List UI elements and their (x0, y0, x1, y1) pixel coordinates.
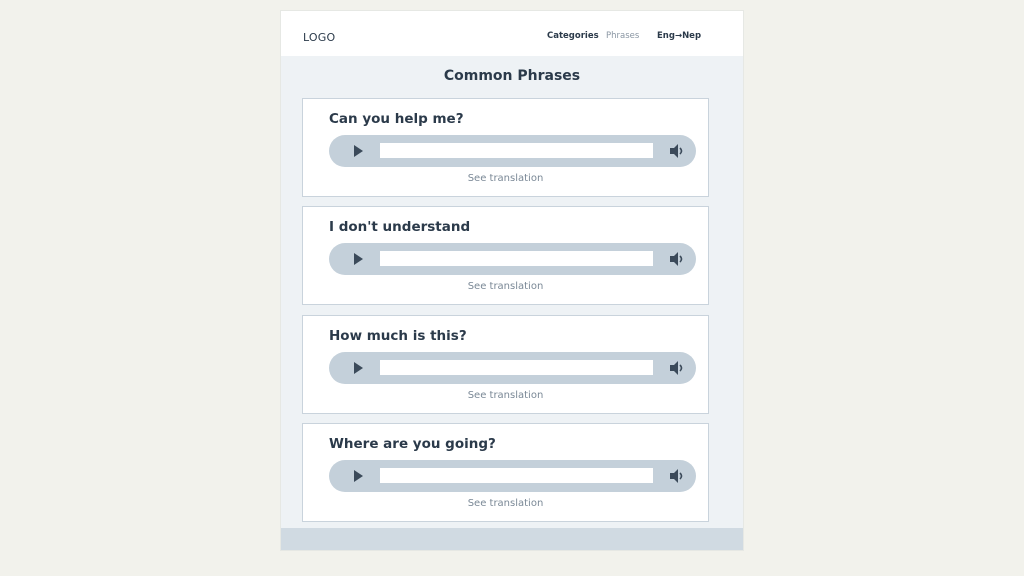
volume-icon[interactable] (668, 467, 686, 485)
phrase-text: Where are you going? (329, 436, 496, 452)
footer-bar (281, 528, 743, 550)
audio-progress-track[interactable] (380, 360, 653, 375)
volume-icon[interactable] (668, 142, 686, 160)
audio-player (329, 460, 696, 492)
app-frame: LOGO Categories Phrases Eng→Nep Common P… (281, 11, 743, 550)
phrase-text: Can you help me? (329, 111, 464, 127)
play-icon[interactable] (354, 145, 363, 157)
volume-icon[interactable] (668, 359, 686, 377)
phrase-card: Can you help me? See translation (302, 98, 709, 197)
audio-player (329, 352, 696, 384)
see-translation-link[interactable]: See translation (303, 498, 708, 509)
phrase-card: How much is this? See translation (302, 315, 709, 414)
logo[interactable]: LOGO (303, 31, 335, 44)
phrase-card: Where are you going? See translation (302, 423, 709, 522)
audio-progress-track[interactable] (380, 468, 653, 483)
phrase-text: How much is this? (329, 328, 467, 344)
audio-player (329, 243, 696, 275)
nav-categories[interactable]: Categories (547, 31, 599, 41)
audio-progress-track[interactable] (380, 143, 653, 158)
nav-language-toggle[interactable]: Eng→Nep (657, 31, 701, 41)
phrase-card: I don't understand See translation (302, 206, 709, 305)
see-translation-link[interactable]: See translation (303, 281, 708, 292)
phrase-text: I don't understand (329, 219, 471, 235)
audio-player (329, 135, 696, 167)
play-icon[interactable] (354, 253, 363, 265)
header: LOGO Categories Phrases Eng→Nep (281, 11, 743, 56)
see-translation-link[interactable]: See translation (303, 390, 708, 401)
nav-phrases[interactable]: Phrases (606, 31, 639, 41)
page-title: Common Phrases (443, 68, 581, 84)
play-icon[interactable] (354, 362, 363, 374)
volume-icon[interactable] (668, 250, 686, 268)
play-icon[interactable] (354, 470, 363, 482)
audio-progress-track[interactable] (380, 251, 653, 266)
see-translation-link[interactable]: See translation (303, 173, 708, 184)
